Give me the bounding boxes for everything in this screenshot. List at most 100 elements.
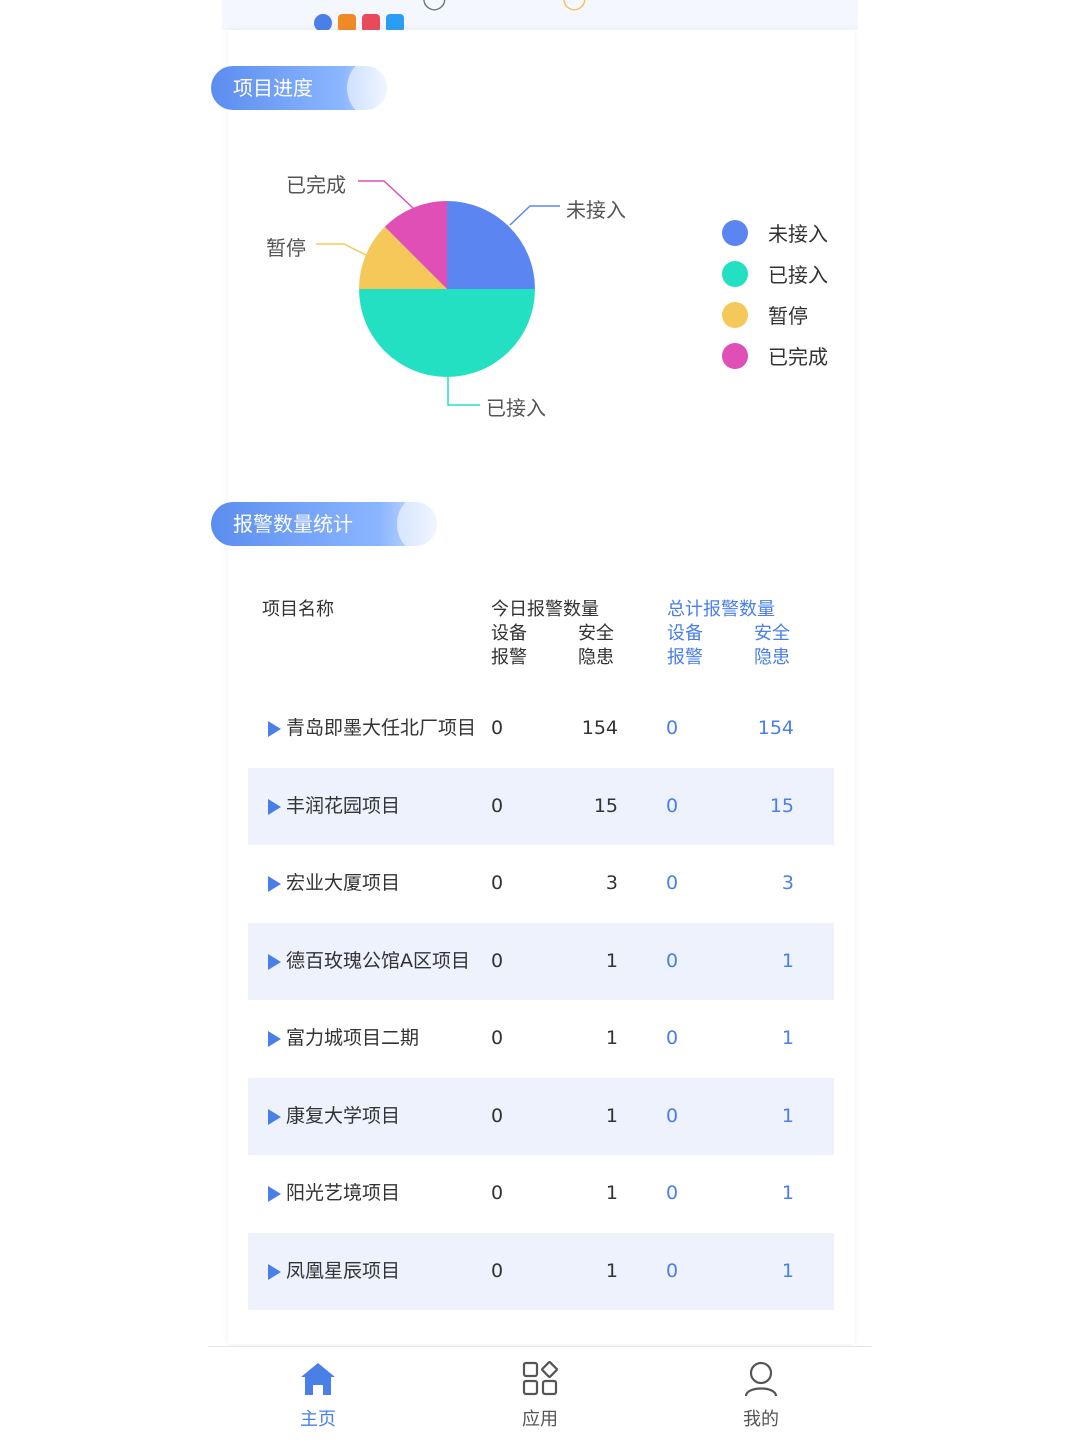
nav-apps[interactable]: 应用 [500,1361,580,1431]
total-safety-count: 1 [781,1027,794,1049]
today-safety-count: 1 [605,950,618,972]
expand-arrow-icon[interactable] [268,876,281,892]
col-sub-alarm: 报警 [491,647,527,668]
pie-label-connected: 已接入 [486,396,546,420]
col-header-project-name: 项目名称 [262,599,334,620]
expand-arrow-icon[interactable] [268,1264,281,1280]
leader-line-paused [316,243,367,256]
section-title-alarm: 报警数量统计 [211,502,437,546]
pie-legend: 未接入 已接入 暂停 已完成 [722,212,828,376]
pie-label-not-connected: 未接入 [566,198,626,222]
project-name: 宏业大厦项目 [286,872,401,894]
today-safety-count: 3 [605,872,618,894]
legend-item[interactable]: 已完成 [722,335,828,376]
legend-dot [722,301,748,328]
table-row[interactable]: 凤凰星辰项目 0 1 0 1 [248,1233,834,1310]
nav-apps-label: 应用 [522,1409,558,1430]
col-sub-safety: 安全 [754,623,790,644]
table-row[interactable]: 阳光艺境项目 0 1 0 1 [248,1155,834,1232]
legend-item[interactable]: 已接入 [722,253,828,294]
total-safety-count: 1 [781,1260,794,1282]
table-row[interactable]: 青岛即墨大任北厂项目 0 154 0 154 [248,690,834,767]
home-icon [301,1363,335,1395]
table-row[interactable]: 德百玫瑰公馆A区项目 0 1 0 1 [248,923,834,1000]
col-header-total: 总计报警数量 [667,599,775,620]
pie-slice-connected[interactable] [359,289,535,377]
table-row[interactable]: 康复大学项目 0 1 0 1 [248,1078,834,1155]
project-name: 富力城项目二期 [286,1027,420,1049]
total-device-count: 0 [666,717,679,739]
total-device-count: 0 [666,950,679,972]
pie-label-completed: 已完成 [286,173,346,197]
today-device-count: 0 [491,1105,504,1127]
expand-arrow-icon[interactable] [268,954,281,970]
nav-home-label: 主页 [300,1409,336,1430]
expand-arrow-icon[interactable] [268,799,281,815]
pie-label-paused: 暂停 [266,236,306,260]
legend-label: 暂停 [768,304,808,328]
legend-label: 已接入 [768,263,828,287]
total-device-count: 0 [666,1105,679,1127]
total-device-count: 0 [666,1182,679,1204]
nav-home[interactable]: 主页 [278,1361,358,1431]
today-device-count: 0 [491,1182,504,1204]
total-safety-count: 154 [757,717,794,739]
legend-dot [722,219,748,246]
total-device-count: 0 [666,1260,679,1282]
project-name: 青岛即墨大任北厂项目 [286,717,477,739]
today-device-count: 0 [491,950,504,972]
project-name: 康复大学项目 [286,1105,401,1127]
today-device-count: 0 [491,872,504,894]
total-safety-count: 1 [781,1105,794,1127]
today-safety-count: 1 [605,1027,618,1049]
table-row[interactable]: 宏业大厦项目 0 3 0 3 [248,845,834,922]
legend-item[interactable]: 未接入 [722,212,828,253]
expand-arrow-icon[interactable] [268,1109,281,1125]
col-sub-alarm: 报警 [667,647,703,668]
bottom-nav: 主页 应用 我的 [208,1346,872,1440]
today-device-count: 0 [491,795,504,817]
today-safety-count: 154 [581,717,618,739]
table-row[interactable]: 丰润花园项目 0 15 0 15 [248,768,834,845]
leader-line-connected [447,377,480,406]
today-safety-count: 1 [605,1182,618,1204]
leader-line-completed [358,180,414,209]
col-sub-hazard: 隐患 [578,647,614,668]
col-sub-device: 设备 [491,623,527,644]
expand-arrow-icon[interactable] [268,1186,281,1202]
user-icon [744,1361,778,1397]
project-name: 阳光艺境项目 [286,1182,401,1204]
section-title-text: 报警数量统计 [233,512,353,536]
progress-pie-chart [316,180,560,406]
col-header-today: 今日报警数量 [491,599,599,620]
legend-dot [722,342,748,369]
col-sub-hazard: 隐患 [754,647,790,668]
table-row[interactable]: 富力城项目二期 0 1 0 1 [248,1000,834,1077]
today-safety-count: 1 [605,1260,618,1282]
total-safety-count: 1 [781,950,794,972]
today-safety-count: 1 [605,1105,618,1127]
today-device-count: 0 [491,1027,504,1049]
project-name: 德百玫瑰公馆A区项目 [286,950,470,972]
title-decoration [397,502,437,546]
col-sub-safety: 安全 [578,623,614,644]
legend-item[interactable]: 暂停 [722,294,828,335]
total-safety-count: 1 [781,1182,794,1204]
col-sub-device: 设备 [667,623,703,644]
expand-arrow-icon[interactable] [268,721,281,737]
total-device-count: 0 [666,1027,679,1049]
legend-label: 未接入 [768,222,828,246]
project-name: 丰润花园项目 [286,795,401,817]
today-safety-count: 15 [593,795,618,817]
nav-mine-label: 我的 [743,1409,779,1430]
project-name: 凤凰星辰项目 [286,1260,401,1282]
today-device-count: 0 [491,1260,504,1282]
section-title-text: 项目进度 [233,76,313,100]
total-device-count: 0 [666,795,679,817]
nav-mine[interactable]: 我的 [721,1361,801,1431]
leader-line-not-connected [509,205,560,226]
total-device-count: 0 [666,872,679,894]
legend-dot [722,260,748,287]
total-safety-count: 3 [781,872,794,894]
expand-arrow-icon[interactable] [268,1031,281,1047]
